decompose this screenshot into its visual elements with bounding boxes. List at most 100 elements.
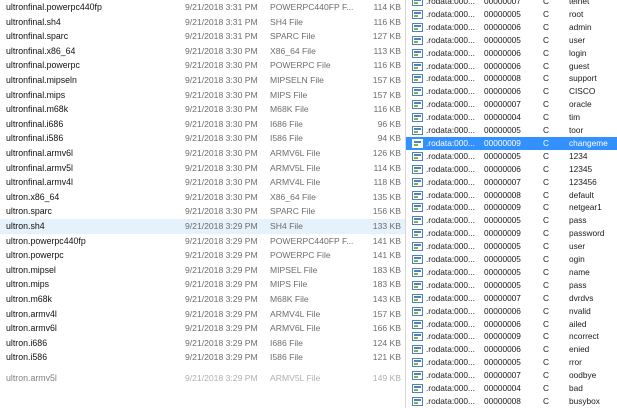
file-row[interactable]: ultron.m68k 9/21/2018 3:29 PM M68K File 143… xyxy=(0,292,405,307)
file-type: MIPSEL File xyxy=(270,264,318,275)
string-row[interactable]: .rodata:000... 00000007 Coodbye xyxy=(406,369,617,382)
string-address: .rodata:000... xyxy=(426,266,475,277)
string-table-icon xyxy=(412,203,423,213)
string-table-icon xyxy=(412,0,423,6)
string-row[interactable]: .rodata:000... 00000006 Clogin xyxy=(406,47,617,60)
string-row[interactable]: .rodata:000... 00000009 Cnetgear1 xyxy=(406,201,617,214)
file-name: ultron.powerpc xyxy=(6,250,64,261)
file-row[interactable]: ultronfinal.powerpc 9/21/2018 3:30 PM POWE… xyxy=(0,58,405,73)
string-address: .rodata:000... xyxy=(426,150,475,161)
string-row[interactable]: .rodata:000... 00000008 Cdefault xyxy=(406,189,617,202)
file-row[interactable]: ultronfinal.sh4 9/21/2018 3:31 PM SH4 File… xyxy=(0,15,405,30)
string-row[interactable]: .rodata:000... 00000006 Cenied xyxy=(406,343,617,356)
file-size: 94 KB xyxy=(377,133,401,144)
string-row[interactable]: .rodata:000... 00000008 Cbusybox xyxy=(406,395,617,408)
file-row[interactable]: ultronfinal.armv6l 9/21/2018 3:30 PM ARMV6… xyxy=(0,146,405,161)
file-size: 141 KB xyxy=(372,250,401,261)
file-date-modified: 9/21/2018 3:29 PM xyxy=(185,250,258,261)
string-row[interactable]: .rodata:000... 00000009 Cpassword xyxy=(406,227,617,240)
file-row[interactable]: ultron.powerpc440fp 9/21/2018 3:29 PM POWE… xyxy=(0,234,405,249)
file-date-modified: 9/21/2018 3:29 PM xyxy=(185,279,258,290)
string-address: .rodata:000... xyxy=(426,279,475,290)
file-row[interactable]: ultron.armv4l 9/21/2018 3:29 PM ARMV4L Fil… xyxy=(0,307,405,322)
file-row[interactable]: ultron.mipsel 9/21/2018 3:29 PM MIPSEL Fil… xyxy=(0,263,405,278)
file-row[interactable]: ultronfinal.armv5l 9/21/2018 3:30 PM ARMV5… xyxy=(0,161,405,176)
string-length: 00000005 xyxy=(484,215,521,226)
string-type: C xyxy=(543,34,549,45)
string-address: .rodata:000... xyxy=(426,228,475,239)
string-row[interactable]: .rodata:000... 00000004 Ctim xyxy=(406,111,617,124)
string-type: C xyxy=(543,279,549,290)
file-name: ultronfinal.x86_64 xyxy=(6,45,76,56)
file-row[interactable]: ultron.i586 9/21/2018 3:29 PM I586 File 121… xyxy=(0,350,405,365)
file-row[interactable]: ultron.x86_64 9/21/2018 3:30 PM X86_64 Fil… xyxy=(0,190,405,205)
file-name: ultronfinal.armv4l xyxy=(6,177,73,188)
file-type: MIPS File xyxy=(270,89,308,100)
string-type: C xyxy=(543,395,549,406)
string-row[interactable]: .rodata:000... 00000008 Csupport xyxy=(406,72,617,85)
file-row[interactable]: ultronfinal.m68k 9/21/2018 3:30 PM M68K Fi… xyxy=(0,102,405,117)
file-row[interactable]: ultronfinal.i586 9/21/2018 3:30 PM I586 Fi… xyxy=(0,131,405,146)
string-row[interactable]: .rodata:000... 00000004 Cbad xyxy=(406,382,617,395)
string-type: C xyxy=(543,112,549,123)
string-row[interactable]: .rodata:000... 00000005 C 1234 xyxy=(406,150,617,163)
string-type: C xyxy=(543,331,549,342)
string-row[interactable]: .rodata:000... 00000009 Cncorrect xyxy=(406,330,617,343)
file-row[interactable]: ultron.mips 9/21/2018 3:29 PM MIPS File 183… xyxy=(0,277,405,292)
string-value: changeme xyxy=(569,137,608,148)
string-row[interactable]: .rodata:000... 00000006 Cailed xyxy=(406,318,617,331)
file-size: 116 KB xyxy=(373,16,401,27)
file-row[interactable]: ultronfinal.sparc 9/21/2018 3:31 PM SPARC … xyxy=(0,29,405,44)
file-type: MIPS File xyxy=(270,279,308,290)
string-row[interactable]: .rodata:000... 00000007 C 123456 xyxy=(406,176,617,189)
file-type: I686 File xyxy=(270,337,303,348)
file-row[interactable]: ultronfinal.armv4l 9/21/2018 3:30 PM ARMV4… xyxy=(0,175,405,190)
string-row[interactable]: .rodata:000... 00000005 Cpass xyxy=(406,279,617,292)
string-row[interactable]: .rodata:000... 00000005 Cname xyxy=(406,266,617,279)
string-table-icon xyxy=(412,9,423,19)
string-value: ailed xyxy=(569,318,587,329)
string-row[interactable]: .rodata:000... 00000005 Cogin xyxy=(406,253,617,266)
string-type: C xyxy=(543,163,549,174)
string-row[interactable]: .rodata:000... 00000007 Cdvrdvs xyxy=(406,292,617,305)
string-row[interactable]: .rodata:000... 00000005 Cuser xyxy=(406,240,617,253)
string-length: 00000009 xyxy=(484,331,521,342)
string-row[interactable]: .rodata:000... 00000005 Crror xyxy=(406,356,617,369)
string-row[interactable]: .rodata:000... 00000006 Cadmin xyxy=(406,21,617,34)
string-row[interactable]: .rodata:000... 00000006 C 12345 xyxy=(406,163,617,176)
file-name: ultron.mipsel xyxy=(6,264,56,275)
string-row[interactable]: .rodata:000... 00000005 Cuser xyxy=(406,34,617,47)
file-row[interactable]: ultron.sparc 9/21/2018 3:30 PM SPARC File 1… xyxy=(0,204,405,219)
file-row[interactable]: ultron.armv6l 9/21/2018 3:29 PM ARMV6L Fil… xyxy=(0,321,405,336)
string-table-icon xyxy=(412,293,423,303)
file-row[interactable]: ultronfinal.mipseln 9/21/2018 3:30 PM MIPS… xyxy=(0,73,405,88)
file-row[interactable]: ultronfinal.mips 9/21/2018 3:30 PM MIPS Fi… xyxy=(0,88,405,103)
file-type: POWERPC File xyxy=(270,250,331,261)
string-row[interactable]: .rodata:000... 00000005 Croot xyxy=(406,8,617,21)
string-row[interactable]: .rodata:000... 00000006 Cguest xyxy=(406,60,617,73)
string-row[interactable]: .rodata:000... 00000007 Ctelnet xyxy=(406,0,617,8)
file-row[interactable]: ultron.powerpc 9/21/2018 3:29 PM POWERPC F… xyxy=(0,248,405,263)
file-name: ultronfinal.armv5l xyxy=(6,162,73,173)
file-row[interactable]: ultronfinal.powerpc440fp 9/21/2018 3:31 P… xyxy=(0,0,405,15)
string-row[interactable]: .rodata:000... 00000006 C CISCO xyxy=(406,85,617,98)
string-row[interactable]: .rodata:000... 00000006 Cnvalid xyxy=(406,305,617,318)
file-row[interactable]: ultron.armv5l 9/21/2018 3:29 PM ARMV5L Fil… xyxy=(0,371,405,386)
string-row[interactable]: .rodata:000... 00000009 Cchangeme xyxy=(406,136,617,150)
string-row[interactable]: .rodata:000... 00000007 Coracle xyxy=(406,98,617,111)
file-row[interactable]: ultronfinal.i686 9/21/2018 3:30 PM I686 Fi… xyxy=(0,117,405,132)
string-value: netgear1 xyxy=(569,202,602,213)
string-value: user xyxy=(569,34,586,45)
string-value: oodbye xyxy=(569,370,597,381)
string-value: 1234 xyxy=(569,150,588,161)
string-table-icon xyxy=(412,255,423,264)
file-row[interactable]: ultronfinal.x86_64 9/21/2018 3:30 PM X86_6… xyxy=(0,44,405,59)
string-row[interactable]: .rodata:000... 00000005 Ctoor xyxy=(406,124,617,137)
file-row[interactable]: ultron.i686 9/21/2018 3:29 PM I686 File 124… xyxy=(0,336,405,351)
string-address: .rodata:000... xyxy=(426,125,475,135)
string-table-icon xyxy=(412,358,423,368)
string-address: .rodata:000... xyxy=(426,383,475,393)
file-row[interactable]: ultron.sh4 9/21/2018 3:29 PM SH4 File 133 K… xyxy=(0,219,405,234)
file-size: 116 KB xyxy=(373,60,401,71)
string-row[interactable]: .rodata:000... 00000005 Cpass xyxy=(406,214,617,227)
